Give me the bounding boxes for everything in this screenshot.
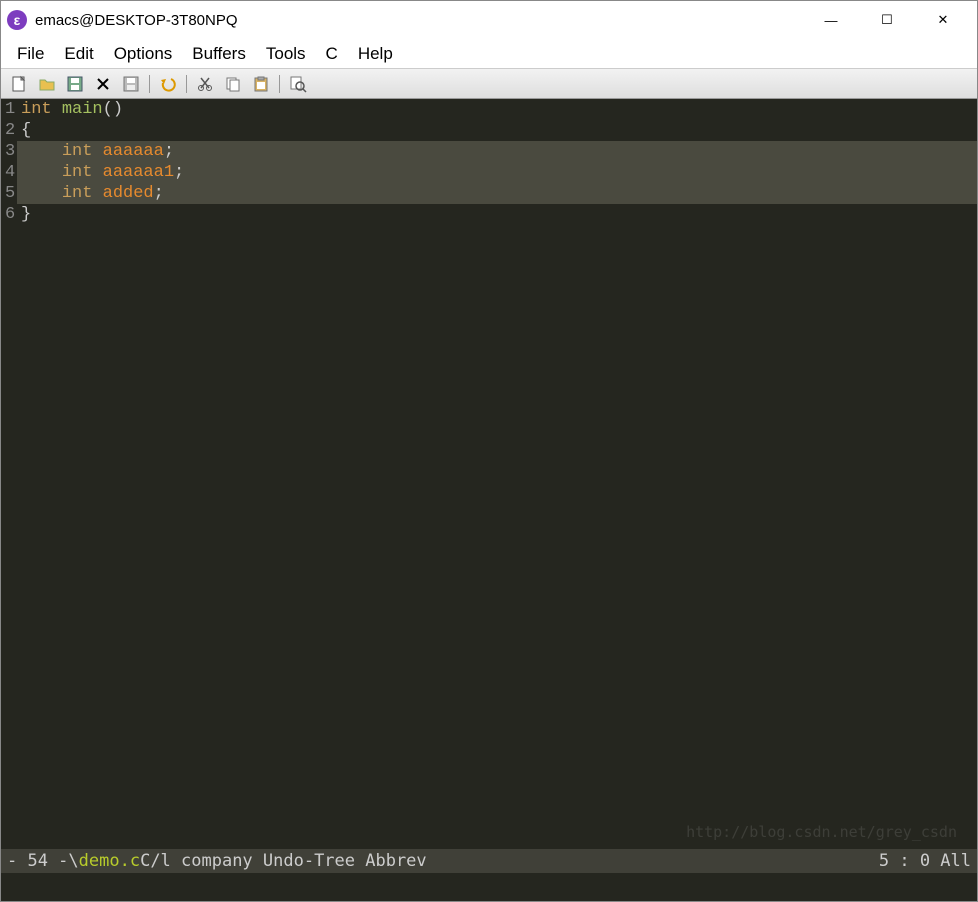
line-number: 4 [1, 162, 15, 183]
toolbar-separator [149, 75, 150, 93]
save-icon[interactable] [119, 72, 143, 96]
line-number: 5 [1, 183, 15, 204]
new-file-icon[interactable] [7, 72, 31, 96]
app-icon: ε [7, 10, 27, 30]
menu-options[interactable]: Options [104, 41, 183, 67]
line-number: 1 [1, 99, 15, 120]
token-k-type: int [62, 142, 93, 161]
menubar: File Edit Options Buffers Tools C Help [1, 39, 977, 69]
editor-area[interactable]: 123456 int main(){ int aaaaaa; int aaaaa… [1, 99, 977, 849]
token-k-var: aaaaaa [103, 142, 164, 161]
code-line[interactable]: { [17, 120, 977, 141]
minibuffer[interactable] [1, 873, 977, 901]
open-folder-icon[interactable] [35, 72, 59, 96]
token-k-var: aaaaaa1 [103, 163, 174, 182]
toolbar-separator [279, 75, 280, 93]
token-k-var: added [103, 184, 154, 203]
token-k-fn: main [62, 100, 103, 119]
code-line[interactable]: int aaaaaa1; [17, 162, 977, 183]
token-k-txt [21, 163, 62, 182]
menu-edit[interactable]: Edit [54, 41, 103, 67]
code-line[interactable]: } [17, 204, 977, 225]
copy-icon[interactable] [221, 72, 245, 96]
line-number: 3 [1, 141, 15, 162]
minimize-button[interactable]: — [803, 1, 859, 39]
code-area[interactable]: int main(){ int aaaaaa; int aaaaaa1; int… [17, 99, 977, 849]
disk-icon[interactable] [63, 72, 87, 96]
close-button[interactable]: ✕ [915, 1, 971, 39]
token-k-type: int [62, 184, 93, 203]
token-k-txt [92, 184, 102, 203]
close-x-icon[interactable] [91, 72, 115, 96]
token-k-type: int [62, 163, 93, 182]
search-icon[interactable] [286, 72, 310, 96]
modeline-position: 5 : 0 All [879, 851, 971, 871]
menu-c[interactable]: C [316, 41, 348, 67]
toolbar-separator [186, 75, 187, 93]
modeline-left: - 54 -\ [7, 851, 79, 871]
token-k-txt [21, 142, 62, 161]
modeline-modes: C/l company Undo-Tree Abbrev [140, 851, 427, 871]
modeline: - 54 -\ demo.c C/l company Undo-Tree Abb… [1, 849, 977, 873]
titlebar[interactable]: ε emacs@DESKTOP-3T80NPQ — ☐ ✕ [1, 1, 977, 39]
maximize-button[interactable]: ☐ [859, 1, 915, 39]
token-k-txt: ; [154, 184, 164, 203]
line-gutter: 123456 [1, 99, 17, 849]
token-k-br: { [21, 121, 31, 140]
code-line[interactable]: int added; [17, 183, 977, 204]
code-line[interactable]: int aaaaaa; [17, 141, 977, 162]
token-k-br: } [21, 205, 31, 224]
token-k-txt: ; [164, 142, 174, 161]
window-title: emacs@DESKTOP-3T80NPQ [35, 12, 238, 29]
undo-icon[interactable] [156, 72, 180, 96]
paste-icon[interactable] [249, 72, 273, 96]
line-number: 2 [1, 120, 15, 141]
token-k-type: int [21, 100, 52, 119]
code-line[interactable]: int main() [17, 99, 977, 120]
watermark: http://blog.csdn.net/grey_csdn [686, 822, 957, 843]
menu-tools[interactable]: Tools [256, 41, 316, 67]
token-k-txt: ; [174, 163, 184, 182]
menu-help[interactable]: Help [348, 41, 403, 67]
token-k-txt [52, 100, 62, 119]
line-number: 6 [1, 204, 15, 225]
menu-buffers[interactable]: Buffers [182, 41, 256, 67]
token-k-txt [21, 184, 62, 203]
modeline-filename: demo.c [79, 851, 140, 871]
token-k-txt [92, 142, 102, 161]
cut-icon[interactable] [193, 72, 217, 96]
toolbar [1, 69, 977, 99]
token-k-txt [92, 163, 102, 182]
menu-file[interactable]: File [7, 41, 54, 67]
token-k-br: () [103, 100, 123, 119]
